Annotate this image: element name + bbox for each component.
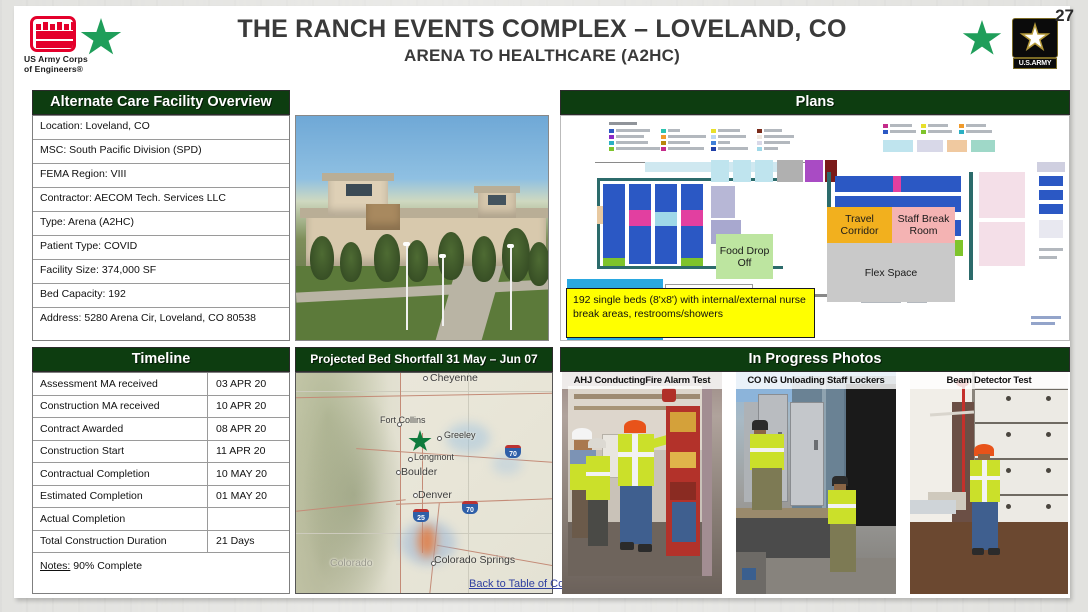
timeline-table: Assessment MA received 03 APR 20 Constru… [32, 372, 290, 594]
map-city-label: Colorado Springs [434, 554, 516, 566]
photo-image-fire-alarm-test [562, 372, 722, 594]
table-row: Contractor: AECOM Tech. Services LLC [33, 188, 289, 212]
overview-panel-header: Alternate Care Facility Overview [32, 90, 290, 115]
usace-logo: US Army Corps of Engineers® [22, 14, 144, 76]
timeline-value: 10 APR 20 [207, 395, 289, 417]
room-food-drop-off: Food Drop Off [716, 234, 773, 279]
table-row: Patient Type: COVID [33, 236, 289, 260]
timeline-value: 08 APR 20 [207, 418, 289, 440]
slide: US Army Corps of Engineers® THE RANCH EV… [0, 0, 1088, 612]
floorplan-legend [609, 122, 795, 151]
timeline-label: Actual Completion [40, 512, 126, 525]
timeline-label: Construction MA received [40, 400, 160, 413]
photo-caption: CO NG Unloading Staff Lockers [736, 372, 896, 389]
photo-card: CO NG Unloading Staff Lockers [736, 372, 896, 594]
timeline-label: Estimated Completion [40, 490, 143, 503]
table-row: Location: Loveland, CO [33, 116, 289, 140]
green-star-icon [80, 18, 122, 55]
photo-card: AHJ ConductingFire Alarm Test [562, 372, 722, 594]
map-city-label: Denver [418, 489, 452, 501]
table-row: Facility Size: 374,000 SF [33, 260, 289, 284]
timeline-value: 10 MAY 20 [207, 463, 289, 485]
page-title: THE RANCH EVENTS COMPLEX – LOVELAND, CO [237, 15, 847, 43]
room-flex-space: Flex Space [827, 243, 955, 302]
timeline-header-label: Timeline [32, 347, 290, 372]
table-row: Bed Capacity: 192 [33, 284, 289, 308]
overview-table: Location: Loveland, CO MSC: South Pacifi… [32, 115, 290, 341]
table-row: FEMA Region: VIII [33, 164, 289, 188]
timeline-label: Contractual Completion [40, 467, 150, 480]
map-panel-header: Projected Bed Shortfall 31 May – Jun 07 [295, 347, 553, 372]
timeline-value [207, 508, 289, 530]
table-row: Total Construction Duration 21 Days [33, 530, 289, 553]
us-army-logo: U.S.ARMY [1012, 18, 1058, 70]
photo-image-beam-detector-test [910, 372, 1068, 594]
in-progress-photos: AHJ ConductingFire Alarm Test CO NG Unlo… [560, 372, 1070, 594]
timeline-value: 11 APR 20 [207, 440, 289, 462]
interstate-70-icon-2: 70 [462, 501, 478, 514]
green-star-icon-right [962, 20, 1002, 55]
floorplan-secondary [883, 124, 995, 156]
photos-panel-header: In Progress Photos [560, 347, 1070, 372]
table-row: Type: Arena (A2HC) [33, 212, 289, 236]
notes-label: Notes: [40, 560, 71, 572]
interstate-25-icon: 25 [413, 509, 429, 522]
photo-caption: Beam Detector Test [910, 372, 1068, 389]
photos-header-label: In Progress Photos [560, 347, 1070, 372]
timeline-value: 01 MAY 20 [207, 485, 289, 507]
plans-panel-header: Plans [560, 90, 1070, 115]
room-staff-break: Staff Break Room [892, 207, 955, 243]
title-block: THE RANCH EVENTS COMPLEX – LOVELAND, CO … [184, 14, 900, 67]
table-row: Construction MA received 10 APR 20 [33, 395, 289, 418]
map-state-label: Colorado [330, 557, 373, 569]
slide-header: US Army Corps of Engineers® THE RANCH EV… [14, 6, 1070, 84]
room-label: Flex Space [864, 266, 918, 279]
timeline-label: Total Construction Duration [40, 535, 167, 548]
castle-icon [30, 16, 76, 52]
overview-header-label: Alternate Care Facility Overview [32, 90, 290, 115]
army-logo-label: U.S.ARMY [1013, 58, 1057, 69]
timeline-label: Construction Start [40, 445, 125, 458]
map-city-label: Boulder [401, 466, 438, 478]
photo-image-unloading-lockers [736, 372, 896, 594]
timeline-panel-header: Timeline [32, 347, 290, 372]
timeline-label: Assessment MA received [40, 377, 158, 390]
map-city-label: Greeley [444, 430, 476, 440]
table-row: Contract Awarded 08 APR 20 [33, 418, 289, 441]
table-row: Address: 5280 Arena Cir, Loveland, CO 80… [40, 312, 256, 324]
bed-shortfall-map: Cheyenne Fort Collins Greeley Longmont B… [295, 372, 553, 594]
plans-header-label: Plans [560, 90, 1070, 115]
room-travel-corridor: Travel Corridor [827, 207, 892, 243]
map-heat-blob [418, 525, 436, 557]
table-row: Assessment MA received 03 APR 20 [33, 373, 289, 396]
page-subtitle: ARENA TO HEALTHCARE (A2HC) [404, 46, 680, 65]
site-star-marker [408, 430, 432, 451]
room-label: Food Drop Off [719, 244, 770, 269]
map-city-label: Cheyenne [430, 372, 478, 384]
notes-value: 90% Complete [73, 560, 143, 572]
table-row: Construction Start 11 APR 20 [33, 440, 289, 463]
timeline-value: 21 Days [207, 530, 289, 552]
photo-card: Beam Detector Test [910, 372, 1068, 594]
table-row: Contractual Completion 10 MAY 20 [33, 463, 289, 486]
timeline-value: 03 APR 20 [207, 373, 289, 395]
facility-photo [295, 115, 549, 341]
room-label: Travel Corridor [840, 213, 879, 237]
room-label: Staff Break Room [897, 213, 950, 237]
page-number: 27 [1055, 6, 1074, 25]
slide-canvas: US Army Corps of Engineers® THE RANCH EV… [14, 6, 1074, 598]
map-city-label: Longmont [414, 452, 455, 462]
interstate-70-icon: 70 [505, 445, 521, 458]
photo-caption: AHJ ConductingFire Alarm Test [562, 372, 722, 389]
map-header-label: Projected Bed Shortfall 31 May – Jun 07 [295, 347, 553, 372]
timeline-label: Contract Awarded [40, 422, 124, 435]
table-row: Actual Completion [33, 508, 289, 531]
table-row: Estimated Completion 01 MAY 20 [33, 485, 289, 508]
beds-callout: 192 single beds (8'x8') with internal/ex… [566, 288, 815, 338]
table-row: MSC: South Pacific Division (SPD) [33, 140, 289, 164]
map-city-label: Fort Collins [380, 415, 426, 425]
usace-logo-text: US Army Corps of Engineers® [24, 54, 88, 74]
